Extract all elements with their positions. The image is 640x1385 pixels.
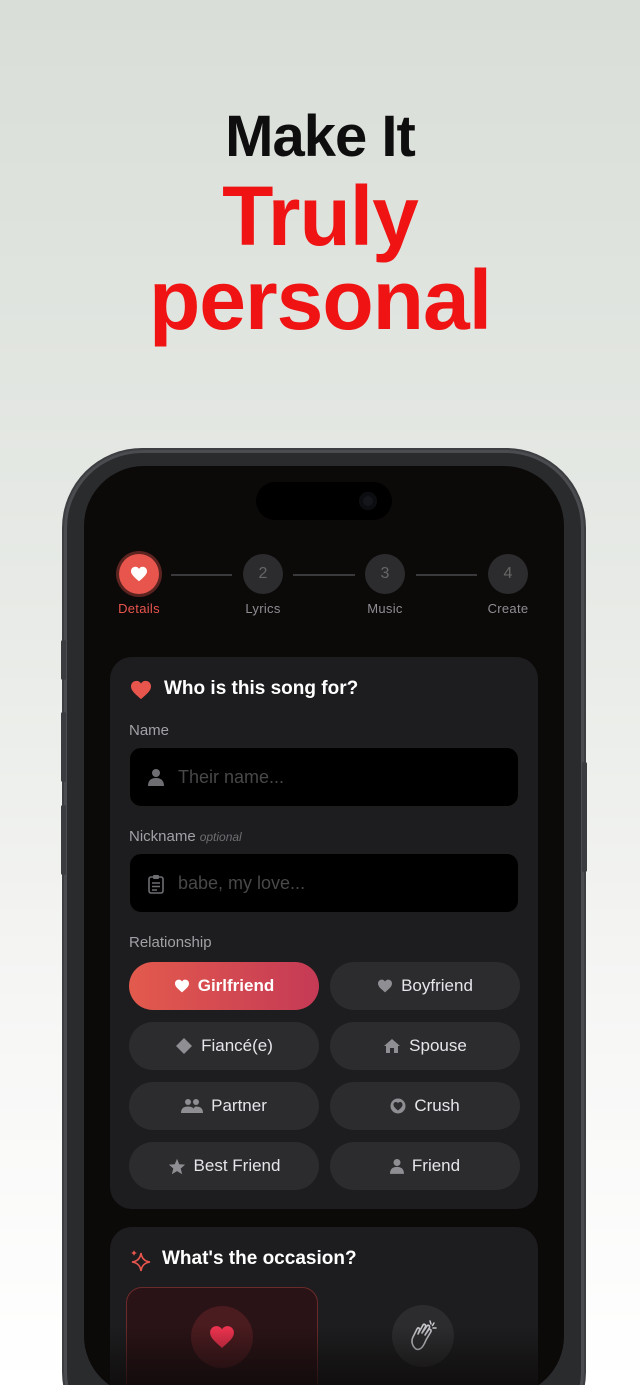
sparkles-icon <box>131 1250 151 1272</box>
hero-line-make-it: Make It <box>225 104 416 169</box>
phone-screen: 2 3 4 Details Lyrics Music Create Who is… <box>84 466 564 1385</box>
chip-label: Partner <box>211 1096 267 1115</box>
step-label-lyrics: Lyrics <box>245 601 281 616</box>
stepper-connector <box>416 574 477 576</box>
step-details[interactable] <box>119 554 159 594</box>
people-icon <box>181 1098 204 1114</box>
stepper-connector <box>171 574 232 576</box>
relationship-chip-boyfriend[interactable]: Boyfriend <box>330 962 520 1010</box>
nickname-label-text: Nickname <box>129 828 196 845</box>
heart-icon <box>174 979 190 993</box>
relationship-chip-best-friend[interactable]: Best Friend <box>129 1142 319 1190</box>
person-icon <box>389 1158 404 1174</box>
step-create[interactable]: 4 <box>488 554 528 594</box>
card-title: What's the occasion? <box>162 1248 357 1269</box>
camera-icon <box>359 492 377 510</box>
person-icon <box>148 769 164 786</box>
step-label-music: Music <box>367 601 403 616</box>
nickname-field[interactable]: babe, my love... <box>129 853 519 913</box>
name-placeholder: Their name... <box>178 767 285 787</box>
diamond-icon <box>175 1037 193 1055</box>
bottom-fade-overlay <box>84 1326 564 1385</box>
name-field[interactable]: Their name... <box>129 747 519 807</box>
relationship-chip-girlfriend[interactable]: Girlfriend <box>129 962 319 1010</box>
chip-label: Best Friend <box>193 1156 281 1175</box>
clipboard-icon <box>148 875 164 894</box>
recipient-details-card: Who is this song for? Name Their name...… <box>110 657 538 1209</box>
nickname-placeholder: babe, my love... <box>178 873 306 893</box>
stepper-connector <box>293 574 355 576</box>
chip-label: Boyfriend <box>401 976 473 995</box>
dynamic-island <box>256 482 392 520</box>
chip-label: Fiancé(e) <box>201 1036 273 1055</box>
relationship-chip-spouse[interactable]: Spouse <box>330 1022 520 1070</box>
chip-label: Spouse <box>409 1036 467 1055</box>
phone-volume-down-button <box>61 805 66 875</box>
step-label-create: Create <box>487 601 529 616</box>
hero-line-truly: Truly <box>222 169 419 263</box>
phone-volume-up-button <box>61 712 66 782</box>
nickname-label: Nickname optional <box>129 828 242 845</box>
chip-label: Girlfriend <box>197 976 275 995</box>
chip-label: Crush <box>414 1096 460 1115</box>
step-music[interactable]: 3 <box>365 554 405 594</box>
card-title: Who is this song for? <box>164 678 359 699</box>
optional-hint: optional <box>199 830 242 844</box>
relationship-chip-partner[interactable]: Partner <box>129 1082 319 1130</box>
house-icon <box>383 1038 401 1054</box>
relationship-label: Relationship <box>129 934 212 951</box>
relationship-chip-fiance[interactable]: Fiancé(e) <box>129 1022 319 1070</box>
hero-line-personal: personal <box>148 253 492 347</box>
relationship-chip-crush[interactable]: Crush <box>330 1082 520 1130</box>
chip-label: Friend <box>411 1156 461 1175</box>
step-label-details: Details <box>118 601 160 616</box>
name-label: Name <box>129 722 170 739</box>
relationship-chip-friend[interactable]: Friend <box>330 1142 520 1190</box>
step-lyrics[interactable]: 2 <box>243 554 283 594</box>
heart-icon <box>131 680 151 700</box>
heart-icon <box>131 566 147 582</box>
heart-icon <box>377 979 393 993</box>
star-icon <box>168 1158 186 1175</box>
heart-circle-icon <box>390 1098 406 1114</box>
phone-power-button <box>582 762 587 872</box>
phone-action-button <box>61 640 66 680</box>
hero-headline: Make It Truly personal <box>0 100 640 342</box>
